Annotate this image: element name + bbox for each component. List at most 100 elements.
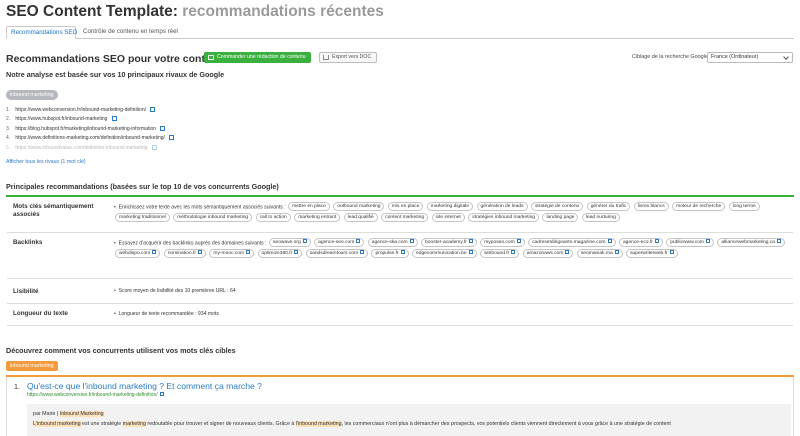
backlink-domain-chip[interactable]: agence-seo.com bbox=[314, 238, 365, 247]
targeting-select[interactable]: France (Ordinateur) bbox=[707, 52, 793, 63]
external-link-icon[interactable] bbox=[150, 107, 156, 112]
backlink-domain-chip[interactable]: winbound.fr bbox=[480, 249, 520, 258]
external-link-icon[interactable] bbox=[111, 116, 117, 122]
backlink-domain-chip-label: seowave.org bbox=[272, 240, 301, 245]
keyword-chip[interactable]: stratégie de contenu bbox=[530, 202, 584, 211]
external-link-icon bbox=[468, 250, 473, 255]
competitor-url: https://www.webconversion.fr/inbound-mar… bbox=[15, 107, 147, 113]
external-link-icon[interactable] bbox=[169, 135, 175, 141]
keyword-chip[interactable]: livres blancs bbox=[633, 202, 669, 211]
backlink-domain-chip[interactable]: myposeo.com bbox=[480, 238, 525, 247]
keyword-chip[interactable]: marketing entrant bbox=[294, 213, 341, 222]
external-link-icon[interactable] bbox=[151, 144, 157, 150]
list-item: 1. https://www.webconversion.fr/inbound-… bbox=[6, 106, 174, 115]
backlink-domain-chip-label: optimize360.fr bbox=[261, 251, 293, 257]
document-icon bbox=[208, 55, 214, 60]
backlink-domain-chip[interactable]: sandsdreamtours.com bbox=[305, 249, 369, 258]
external-link-icon bbox=[565, 250, 570, 255]
keyword-chip[interactable]: lead nurturing bbox=[581, 213, 620, 222]
result-number: 1. bbox=[14, 382, 20, 391]
list-item-number: 2. bbox=[6, 116, 11, 123]
external-link-icon[interactable] bbox=[159, 392, 164, 396]
backlink-domain-chip[interactable]: propulse.fr bbox=[371, 249, 409, 258]
keyword-chip[interactable]: lead qualifié bbox=[343, 213, 378, 222]
competitor-url-list: 1. https://www.webconversion.fr/inbound-… bbox=[6, 106, 175, 153]
recommendations-title: Principales recommandations (basées sur … bbox=[6, 182, 279, 191]
keyword-chip[interactable]: outbound marketing bbox=[333, 202, 385, 211]
keyword-chip[interactable]: call to action bbox=[255, 213, 291, 222]
keyword-chip[interactable]: marketing traditionnel bbox=[115, 213, 170, 222]
keyword-chip[interactable]: site internet bbox=[431, 213, 465, 222]
backlink-domain-chip[interactable]: booster-academy.fr bbox=[421, 238, 477, 247]
order-content-button[interactable]: Commander une rédaction de contenu bbox=[204, 52, 311, 63]
keyword-chip[interactable]: génération de leads bbox=[476, 202, 528, 211]
backlink-domain-chip-label: webdispo.com bbox=[119, 251, 151, 257]
keyword-chip[interactable]: content marketing bbox=[381, 213, 429, 222]
reco-label: Longueur du texte bbox=[13, 310, 68, 317]
keyword-highlight: l'inbound marketing bbox=[295, 421, 342, 427]
keyword-chip[interactable]: stratégies inbound marketing bbox=[468, 213, 540, 222]
backlink-domain-chip[interactable]: optimize360.fr bbox=[257, 249, 303, 258]
keyword-chip[interactable]: générer du trafic bbox=[586, 202, 631, 211]
keyword-chip[interactable]: mettre en place bbox=[288, 202, 330, 211]
download-icon bbox=[323, 55, 329, 60]
backlink-domain-chip[interactable]: alliancewebmarketing.ca bbox=[717, 238, 785, 247]
backlink-domain-chip[interactable]: agence-ska.com bbox=[367, 238, 418, 247]
backlink-domain-chip-label: publicwww.com bbox=[670, 240, 704, 245]
show-all-rivals-link[interactable]: Afficher tous les rivaux (1 mot clé) bbox=[6, 159, 86, 165]
keyword-chip[interactable]: marketing digitale bbox=[426, 202, 474, 211]
export-doc-label: Export vers DOC bbox=[332, 54, 372, 60]
page-title-subtitle: recommandations récentes bbox=[182, 3, 384, 20]
backlink-domain-chip-label: seomaniak.ma bbox=[580, 251, 613, 257]
backlink-domain-chip[interactable]: publicwww.com bbox=[666, 238, 714, 247]
reco-label: Backlinks bbox=[13, 239, 43, 246]
order-content-label: Commander une rédaction de contenu bbox=[217, 54, 306, 60]
keyword-chip[interactable]: méthodologie inbound marketing bbox=[173, 213, 253, 222]
external-link-icon bbox=[409, 239, 414, 243]
keyword-chip[interactable]: long terme bbox=[728, 202, 760, 211]
keyword-tag: inbound marketing bbox=[6, 90, 58, 100]
backlink-domain-chip[interactable]: cadresetdirigeants-magazine.com bbox=[528, 238, 616, 247]
backlink-domain-chip-label: agence-eco.fr bbox=[622, 240, 653, 245]
backlink-domain-chip[interactable]: agence-eco.fr bbox=[618, 238, 663, 247]
keyword-chip-label: lead nurturing bbox=[585, 215, 616, 221]
keyword-chip-label: long terme bbox=[732, 204, 756, 209]
keyword-chip[interactable]: moteur de recherche bbox=[672, 202, 726, 211]
keyword-chip-label: moteur de recherche bbox=[676, 204, 722, 209]
targeting-value: France (Ordinateur) bbox=[711, 54, 759, 60]
external-link-icon bbox=[152, 250, 157, 255]
keyword-chip-label: marketing digitale bbox=[430, 204, 470, 209]
competitor-result: 1. Qu'est-ce que l'inbound marketing ? E… bbox=[6, 377, 794, 436]
keyword-chip-label: content marketing bbox=[385, 215, 425, 221]
snippet-text: L'inbound marketing est une stratégie ma… bbox=[33, 419, 785, 429]
list-item: 2. https://www.hubspot.fr/inbound-market… bbox=[6, 115, 174, 124]
backlink-domain-chip[interactable]: nomination.fr bbox=[163, 249, 206, 258]
backlink-domain-chip[interactable]: edgecommunication.be bbox=[412, 249, 477, 258]
backlink-domain-chip[interactable]: my-mooc.com bbox=[209, 249, 255, 258]
backlink-domain-chip[interactable]: superwriterweb.fr bbox=[626, 249, 678, 258]
backlink-domain-chip-label: agence-seo.com bbox=[318, 240, 355, 245]
keyword-chip-label: générer du trafic bbox=[590, 204, 627, 209]
list-item: 4. https://www.definitions-marketing.com… bbox=[6, 134, 175, 143]
tab-seo-recommendations[interactable]: Recommandations SEO bbox=[6, 26, 77, 39]
export-doc-button[interactable]: Export vers DOC bbox=[319, 52, 377, 63]
author-highlight: Inbound Marketing bbox=[59, 411, 104, 417]
backlink-domain-chip[interactable]: seomaniak.ma bbox=[576, 249, 623, 258]
backlink-domain-chip[interactable]: seowave.org bbox=[268, 238, 311, 247]
result-title-link[interactable]: Qu'est-ce que l'inbound marketing ? Et c… bbox=[27, 381, 262, 391]
external-link-icon[interactable] bbox=[160, 125, 166, 131]
keyword-highlight: L'inbound marketing bbox=[33, 421, 81, 427]
external-link-icon bbox=[246, 250, 251, 255]
keyword-chip-label: marketing traditionnel bbox=[119, 215, 166, 221]
reco-row-semantic-keywords: Mots clés sémantiquement associés • Enri… bbox=[7, 197, 793, 233]
backlink-domain-chip[interactable]: webdispo.com bbox=[115, 249, 161, 258]
reco-intro: Essayez d'acquérir des backlinks auprès … bbox=[118, 240, 267, 247]
result-snippet: par Marie | Inbound Marketing L'inbound … bbox=[27, 404, 791, 436]
keyword-chip[interactable]: mis en place bbox=[387, 202, 424, 211]
tab-realtime-content-check[interactable]: Contrôle de contenu en temps réel bbox=[79, 26, 182, 39]
keyword-chip-label: mettre en place bbox=[292, 204, 326, 209]
competitor-keyword-tag[interactable]: inbound marketing bbox=[6, 361, 58, 371]
list-item-number: 1. bbox=[6, 107, 11, 113]
backlink-domain-chip[interactable]: amazonaws.com bbox=[522, 249, 574, 258]
keyword-chip[interactable]: landing page bbox=[542, 213, 579, 222]
